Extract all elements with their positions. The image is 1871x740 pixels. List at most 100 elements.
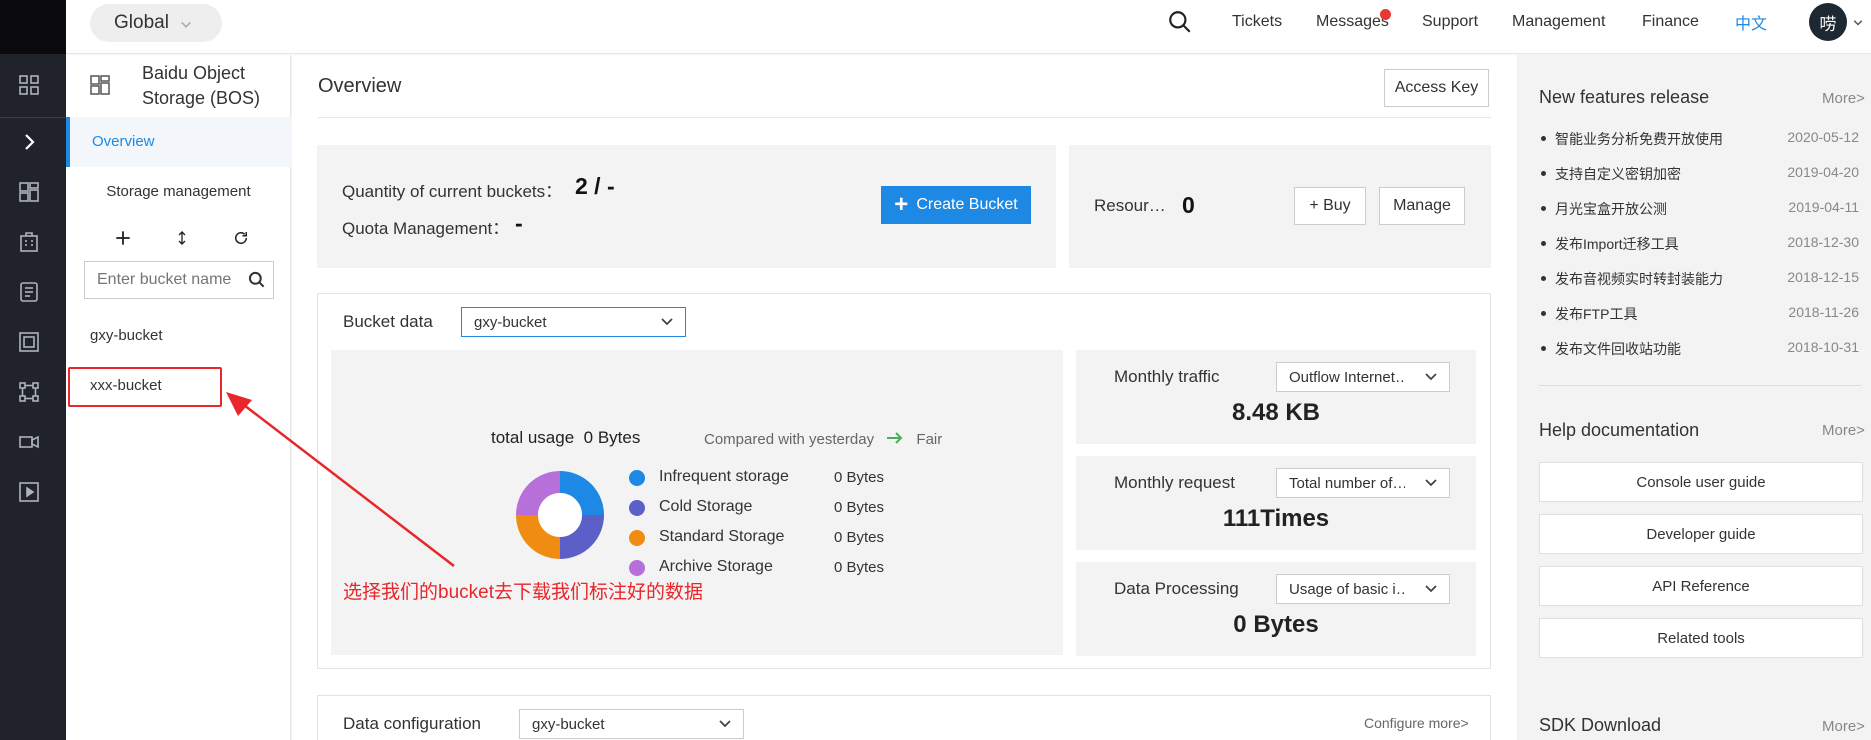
nav-messages[interactable]: Messages <box>1316 13 1389 31</box>
sidebar-item-overview[interactable]: Overview <box>66 117 291 167</box>
monthly-traffic-value: 8.48 KB <box>1231 399 1321 426</box>
bucket-search-input[interactable] <box>97 271 247 289</box>
nav-management[interactable]: Management <box>1512 13 1605 31</box>
dashboard-icon[interactable] <box>17 180 41 204</box>
new-features-title: New features release <box>1539 87 1710 107</box>
bucket-data-select-value: gxy-bucket <box>474 313 547 331</box>
sort-icon[interactable] <box>169 225 195 251</box>
legend-value: 0 Bytes <box>834 529 885 546</box>
news-item-title[interactable]: 月光宝盒开放公测 <box>1555 199 1667 219</box>
legend-value: 0 Bytes <box>834 469 885 486</box>
legend-value: 0 Bytes <box>834 559 885 576</box>
rail-top <box>0 0 66 54</box>
avatar[interactable]: 唠 <box>1809 3 1847 41</box>
doc-link-button[interactable]: API Reference <box>1539 566 1863 606</box>
quantity-value: 2 / - <box>575 173 615 199</box>
donut-hole <box>538 493 582 537</box>
news-item-title[interactable]: 发布音视频实时转封装能力 <box>1555 269 1723 289</box>
doc-link-button[interactable]: Related tools <box>1539 618 1863 658</box>
chevron-right-icon[interactable] <box>17 130 41 154</box>
video-camera-icon[interactable] <box>17 430 41 454</box>
compared-value: Fair <box>916 431 943 448</box>
legend-color-dot <box>629 530 645 546</box>
document-icon[interactable] <box>17 280 41 304</box>
news-item[interactable]: 智能业务分析免费开放使用 2020-05-12 <box>1539 129 1859 149</box>
total-usage: total usage 0 Bytes <box>491 428 640 448</box>
plus-icon: + <box>894 191 909 218</box>
total-usage-label: total usage <box>491 428 575 447</box>
nav-tickets[interactable]: Tickets <box>1232 13 1282 31</box>
network-icon[interactable] <box>17 380 41 404</box>
add-icon[interactable] <box>110 225 136 251</box>
news-item-date: 2018-11-26 <box>1788 304 1859 320</box>
bullet-dot <box>1541 171 1546 176</box>
data-configuration-panel <box>317 695 1491 740</box>
doc-link-button[interactable]: Developer guide <box>1539 514 1863 554</box>
sdk-more-link[interactable]: More> <box>1822 718 1865 735</box>
bullet-dot <box>1541 276 1546 281</box>
news-item[interactable]: 月光宝盒开放公测 2019-04-11 <box>1539 199 1859 219</box>
data-configuration-select-value: gxy-bucket <box>532 715 605 733</box>
data-configuration-select[interactable]: gxy-bucket <box>519 709 744 739</box>
product-title: Baidu Object Storage (BOS) <box>142 63 261 108</box>
news-item-title[interactable]: 发布Import迁移工具 <box>1555 234 1679 254</box>
data-processing-select[interactable]: Usage of basic i… <box>1276 574 1450 604</box>
news-item-title[interactable]: 支持自定义密钥加密 <box>1555 164 1681 184</box>
create-bucket-button[interactable]: + Create Bucket <box>881 186 1031 224</box>
sdk-download-title: SDK Download <box>1539 715 1662 735</box>
legend-name: Archive Storage <box>659 558 773 575</box>
bucket-item-gxy[interactable]: gxy-bucket <box>90 327 163 344</box>
news-item[interactable]: 发布文件回收站功能 2018-10-31 <box>1539 339 1859 359</box>
play-icon[interactable] <box>17 480 41 504</box>
nav-support[interactable]: Support <box>1422 13 1478 31</box>
search-icon[interactable] <box>247 270 267 290</box>
nav-language[interactable]: 中文 <box>1735 10 1767 34</box>
news-item[interactable]: 支持自定义密钥加密 2019-04-20 <box>1539 164 1859 184</box>
legend-color-dot <box>629 500 645 516</box>
news-item[interactable]: 发布FTP工具 2018-11-26 <box>1539 304 1859 324</box>
building-icon[interactable] <box>17 230 41 254</box>
legend-name: Cold Storage <box>659 498 753 515</box>
storage-donut-chart <box>516 471 604 559</box>
quantity-label: Quantity of current buckets： <box>342 182 563 201</box>
bucket-data-select[interactable]: gxy-bucket <box>461 307 686 337</box>
monthly-request-select[interactable]: Total number of… <box>1276 468 1450 498</box>
access-key-button[interactable]: Access Key <box>1384 69 1489 107</box>
annotation-arrow <box>226 392 455 567</box>
doc-link-button[interactable]: Console user guide <box>1539 462 1863 502</box>
news-item-title[interactable]: 发布FTP工具 <box>1555 304 1637 324</box>
buy-button[interactable]: + Buy <box>1294 187 1366 225</box>
manage-button[interactable]: Manage <box>1379 187 1465 225</box>
legend-name: Infrequent storage <box>659 468 789 485</box>
data-processing-select-value: Usage of basic i… <box>1289 580 1405 598</box>
new-features-more-link[interactable]: More> <box>1822 90 1865 107</box>
storage-box-icon[interactable] <box>17 330 41 354</box>
legend-value: 0 Bytes <box>834 499 885 516</box>
resource-label: Resour… <box>1094 196 1166 215</box>
left-rail <box>0 0 66 740</box>
compared-with-yesterday: Compared with yesterday Fair <box>704 431 942 448</box>
monthly-traffic-select[interactable]: Outflow Internet… <box>1276 362 1450 392</box>
nav-finance[interactable]: Finance <box>1642 13 1699 31</box>
rail-divider <box>0 117 66 118</box>
grid-icon[interactable] <box>17 73 41 97</box>
chevron-down-icon <box>1423 581 1439 597</box>
total-usage-value: 0 Bytes <box>583 428 641 447</box>
news-item[interactable]: 发布音视频实时转封装能力 2018-12-15 <box>1539 269 1859 289</box>
bucket-data-label: Bucket data <box>343 312 433 331</box>
news-item-date: 2018-12-15 <box>1787 269 1859 285</box>
refresh-icon[interactable] <box>228 225 254 251</box>
news-item-title[interactable]: 发布文件回收站功能 <box>1555 339 1681 359</box>
chevron-down-icon <box>659 314 675 330</box>
monthly-request-title: Monthly request <box>1114 473 1235 492</box>
news-item[interactable]: 发布Import迁移工具 2018-12-30 <box>1539 234 1859 254</box>
news-item-title[interactable]: 智能业务分析免费开放使用 <box>1555 129 1723 149</box>
bullet-dot <box>1541 241 1546 246</box>
chevron-down-icon[interactable] <box>1852 16 1864 28</box>
configure-more-link[interactable]: Configure more> <box>1364 715 1469 731</box>
monthly-request-value: 111Times <box>1222 505 1330 532</box>
chevron-down-icon <box>717 716 733 732</box>
help-more-link[interactable]: More> <box>1822 422 1865 439</box>
compared-label: Compared with yesterday <box>704 431 875 448</box>
monthly-request-select-value: Total number of… <box>1289 474 1405 492</box>
